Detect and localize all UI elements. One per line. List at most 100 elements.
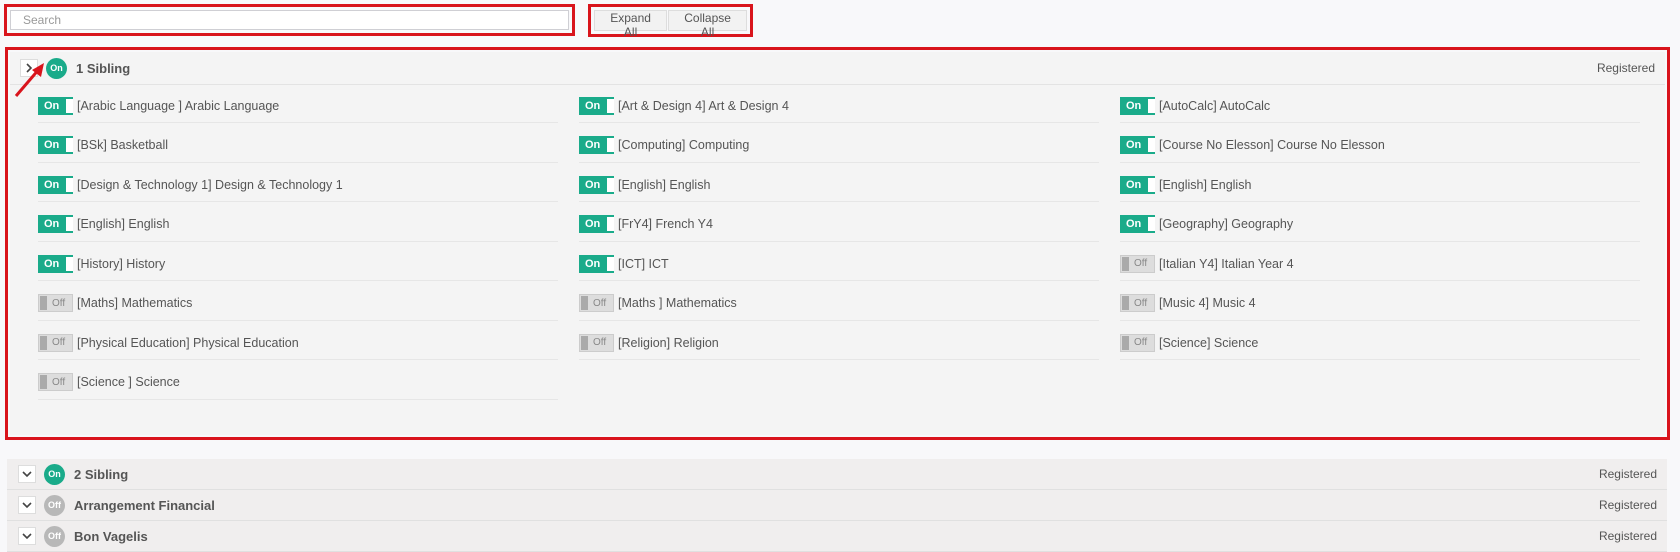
toggle-on[interactable]: On [1120, 96, 1155, 115]
toggle-on[interactable]: On [579, 96, 614, 115]
toggle-knob [1122, 256, 1129, 271]
toggle-text: On [585, 139, 601, 151]
expanded-group-panel: On 1 Sibling Registered On [Arabic Langua… [10, 52, 1665, 435]
toggle-knob [1122, 335, 1129, 350]
group-registration-status: Registered [1598, 529, 1657, 543]
chevron-down-icon[interactable] [18, 496, 36, 514]
toggle-off[interactable]: Off [1120, 294, 1155, 312]
toggle-text: Off [52, 376, 66, 388]
course-label: [Geography] Geography [1159, 217, 1294, 231]
collapsed-group-row[interactable]: On 2 Sibling Registered [7, 459, 1667, 490]
course-label: [FrY4] French Y4 [618, 217, 713, 231]
expand-all-button[interactable]: Expand All [594, 10, 668, 39]
toggle-off[interactable]: Off [38, 333, 73, 352]
toggle-knob [40, 296, 47, 310]
chevron-down-icon[interactable] [18, 527, 36, 545]
toggle-knob [581, 335, 588, 350]
toggle-off[interactable]: Off [1120, 254, 1155, 273]
toggle-on[interactable]: On [579, 254, 614, 273]
group-name: 2 Sibling [74, 466, 129, 482]
collapsed-group-row[interactable]: Off Bon Vagelis Registered [7, 521, 1667, 552]
course-item: Off [Science] Science [1120, 326, 1640, 360]
collapsed-group-row[interactable]: Off Arrangement Financial Registered [7, 490, 1667, 521]
toggle-on[interactable]: On [38, 215, 73, 233]
course-item: On [BSk] Basketball [38, 129, 558, 163]
toggle-text: On [44, 99, 60, 112]
search-input[interactable] [10, 10, 569, 30]
toggle-knob [607, 177, 614, 192]
course-item: On [AutoCalc] AutoCalc [1120, 89, 1640, 123]
toggle-on[interactable]: On [1120, 136, 1155, 154]
toggle-knob [66, 217, 73, 231]
group-status-badge[interactable]: Off [44, 525, 65, 547]
toggle-on[interactable]: On [579, 215, 614, 233]
course-label: [BSk] Basketball [77, 138, 169, 152]
course-item: Off [Music 4] Music 4 [1120, 287, 1640, 321]
course-item: On [FrY4] French Y4 [579, 208, 1099, 242]
toggle-knob [66, 138, 73, 152]
toggle-text: On [1126, 218, 1142, 230]
toggle-knob [607, 217, 614, 231]
course-label: [AutoCalc] AutoCalc [1159, 98, 1271, 113]
course-item: Off [Religion] Religion [579, 326, 1099, 360]
toggle-on[interactable]: On [38, 254, 73, 273]
course-label: [English] English [77, 217, 170, 231]
chevron-down-icon[interactable] [18, 465, 36, 483]
search-highlight [4, 4, 575, 36]
course-item: Off [Italian Y4] Italian Year 4 [1120, 247, 1640, 281]
toggle-text: Off [1134, 337, 1148, 348]
course-label: [Italian Y4] Italian Year 4 [1159, 256, 1294, 271]
group-header[interactable]: On 1 Sibling Registered [10, 52, 1665, 85]
course-label: [History] History [77, 256, 166, 271]
toggle-off[interactable]: Off [38, 294, 73, 312]
toggle-on[interactable]: On [1120, 175, 1155, 194]
course-label: [Maths] Mathematics [77, 296, 193, 310]
toggle-on[interactable]: On [38, 136, 73, 154]
expanded-group-highlight: On 1 Sibling Registered On [Arabic Langua… [5, 47, 1670, 440]
toggle-text: On [585, 218, 601, 230]
course-label: [Music 4] Music 4 [1159, 296, 1256, 310]
group-registration-status: Registered [1598, 467, 1657, 481]
course-label: [Course No Elesson] Course No Elesson [1159, 138, 1385, 152]
toggle-text: On [44, 257, 60, 270]
course-label: [Arabic Language ] Arabic Language [77, 98, 280, 113]
collapsed-groups: On 2 Sibling Registered Off Arrangement Fina… [7, 459, 1667, 552]
toggle-knob [607, 256, 614, 271]
toggle-knob [607, 98, 614, 113]
toggle-off[interactable]: Off [579, 333, 614, 352]
course-item: On [Design & Technology 1] Design & Techn… [38, 168, 558, 202]
toggle-text: On [1126, 178, 1142, 191]
toolbar-highlight: Expand All Collapse All [588, 4, 753, 39]
toggle-text: On [585, 178, 601, 191]
toggle-knob [1148, 177, 1155, 192]
toggle-off[interactable]: Off [38, 373, 73, 391]
course-label: [ICT] ICT [618, 256, 669, 271]
course-label: [Science] Science [1159, 335, 1259, 350]
red-arrow-icon [14, 63, 44, 97]
group-status-badge[interactable]: On [44, 463, 65, 485]
toggle-on[interactable]: On [38, 175, 73, 194]
toggle-text: On [1126, 99, 1142, 112]
toggle-on[interactable]: On [579, 136, 614, 154]
course-label: [Science ] Science [77, 375, 180, 389]
course-item: On [English] English [38, 208, 558, 242]
toggle-off[interactable]: Off [1120, 333, 1155, 352]
group-name: Bon Vagelis [74, 528, 148, 544]
course-item: On [ICT] ICT [579, 247, 1099, 281]
group-name: Arrangement Financial [74, 497, 215, 513]
course-item: On [Arabic Language ] Arabic Language [38, 89, 558, 123]
toggle-knob [581, 296, 588, 310]
toggle-on[interactable]: On [1120, 215, 1155, 233]
group-status-badge[interactable]: Off [44, 494, 65, 516]
toggle-text: On [44, 139, 60, 151]
course-item: Off [Science ] Science [38, 366, 558, 400]
course-label: [Religion] Religion [618, 335, 719, 350]
course-item: On [English] English [579, 168, 1099, 202]
toggle-on[interactable]: On [579, 175, 614, 194]
course-item: Off [Physical Education] Physical Educati… [38, 326, 558, 360]
toggle-off[interactable]: Off [579, 294, 614, 312]
collapse-all-button[interactable]: Collapse All [668, 10, 747, 39]
toggle-text: Off [52, 297, 66, 309]
toggle-knob [1148, 98, 1155, 113]
toggle-knob [66, 98, 73, 113]
